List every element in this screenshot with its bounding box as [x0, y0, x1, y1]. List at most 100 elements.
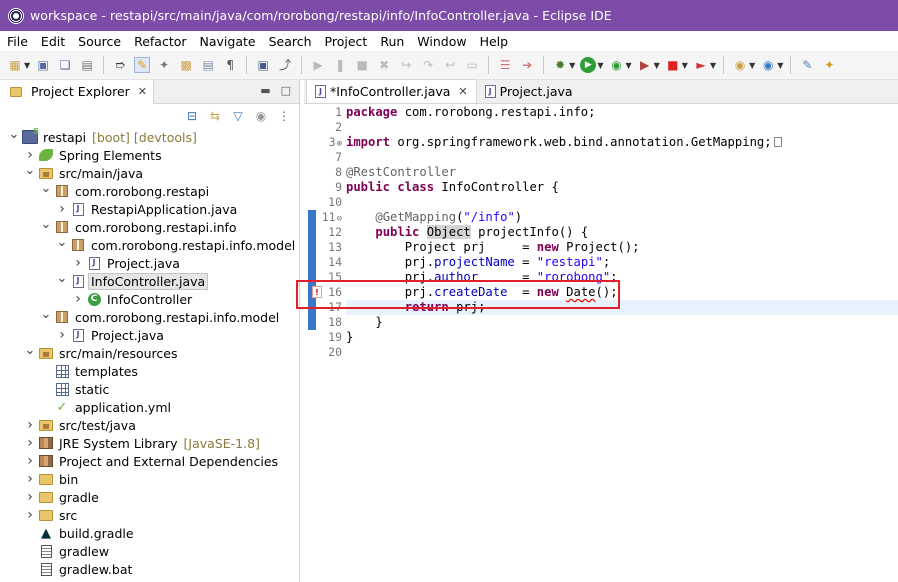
tree-item[interactable]: templates — [0, 362, 299, 380]
terminal-icon[interactable]: ▣ — [255, 57, 271, 73]
chevron-right-icon[interactable]: › — [24, 453, 36, 469]
menu-file[interactable]: File — [0, 34, 34, 49]
tree-item[interactable]: › J Project.java — [0, 254, 299, 272]
highlight-icon[interactable]: ✎ — [134, 57, 151, 73]
menu-refactor[interactable]: Refactor — [127, 34, 192, 49]
menu-help[interactable]: Help — [473, 34, 515, 49]
minimize-icon[interactable]: ▬ — [260, 84, 270, 97]
code-line[interactable]: prj.author = "rorobong"; — [346, 270, 898, 285]
tree-item[interactable]: › J Project.java — [0, 326, 299, 344]
step-into-icon[interactable]: ↪ — [398, 57, 414, 73]
menu-run[interactable]: Run — [373, 34, 410, 49]
menu-search[interactable]: Search — [262, 34, 318, 49]
tab-infocontroller-java[interactable]: J *InfoController.java ✕ — [306, 79, 477, 103]
tree-item[interactable]: ⌄ com.rorobong.restapi.info.model — [0, 307, 299, 326]
chevron-down-icon[interactable]: ▼ — [597, 61, 603, 70]
collapse-all-icon[interactable]: ⊟ — [185, 109, 199, 123]
code-line[interactable] — [346, 195, 898, 210]
tree-item[interactable]: › gradle — [0, 488, 299, 506]
tree-item[interactable]: ⌄ src/main/resources — [0, 343, 299, 362]
chevron-down-icon[interactable]: ▼ — [24, 61, 30, 70]
open-task-icon[interactable]: ✎ — [799, 57, 815, 73]
more-icon[interactable]: ✦ — [821, 57, 837, 73]
paragraph-icon[interactable]: ¶ — [222, 57, 238, 73]
chevron-down-icon[interactable]: ▼ — [749, 61, 755, 70]
code-line[interactable] — [346, 150, 898, 165]
code-line[interactable]: public Object projectInfo() { — [346, 225, 898, 240]
external-tools-icon[interactable]: ▶ — [637, 57, 653, 73]
toggle-icon[interactable]: ✦ — [156, 57, 172, 73]
code-line[interactable]: import org.springframework.web.bind.anno… — [346, 135, 898, 150]
code-line[interactable]: @GetMapping("/info") — [346, 210, 898, 225]
use-step-filters-icon[interactable]: ☰ — [497, 57, 513, 73]
save-icon[interactable]: ▣ — [35, 57, 51, 73]
tree-item[interactable]: › J RestapiApplication.java — [0, 200, 299, 218]
chevron-down-icon[interactable]: ⌄ — [56, 271, 68, 286]
step-over-icon[interactable]: ↷ — [420, 57, 436, 73]
new-java-project-icon[interactable]: ◉ — [732, 57, 748, 73]
chevron-down-icon[interactable]: ▼ — [710, 61, 716, 70]
tree-item[interactable]: gradlew — [0, 542, 299, 560]
coverage-icon[interactable]: ◉ — [608, 57, 624, 73]
chevron-down-icon[interactable]: ⌄ — [24, 163, 36, 178]
tree-item[interactable]: static — [0, 380, 299, 398]
code-line[interactable]: Project prj = new Project(); — [346, 240, 898, 255]
chevron-right-icon[interactable]: › — [24, 507, 36, 523]
chevron-right-icon[interactable]: › — [24, 471, 36, 487]
code-line[interactable]: } — [346, 330, 898, 345]
menu-navigate[interactable]: Navigate — [193, 34, 262, 49]
menu-window[interactable]: Window — [410, 34, 472, 49]
menu-source[interactable]: Source — [71, 34, 127, 49]
debug-icon[interactable]: ✹ — [552, 57, 568, 73]
link-icon[interactable]: ⤴ — [277, 57, 293, 73]
maximize-icon[interactable]: □ — [281, 84, 291, 97]
collapse-fold-icon[interactable]: ⊖ — [337, 214, 342, 224]
chevron-down-icon[interactable]: ▼ — [654, 61, 660, 70]
chevron-right-icon[interactable]: › — [56, 327, 68, 343]
tree-item[interactable]: › JRE System Library [JavaSE-1.8] — [0, 434, 299, 452]
tree-item[interactable]: › src — [0, 506, 299, 524]
new-icon[interactable]: ▦ — [7, 57, 23, 73]
chevron-down-icon[interactable]: ⌄ — [8, 127, 20, 142]
tree-item[interactable]: ⌄ com.rorobong.restapi.info.model — [0, 235, 299, 254]
toggle-breakpoint-icon[interactable]: ➔ — [519, 57, 535, 73]
tree-item[interactable]: ⌄ src/main/java — [0, 163, 299, 182]
chevron-down-icon[interactable]: ⌄ — [56, 235, 68, 250]
open-type-icon[interactable]: ▩ — [178, 57, 194, 73]
code-line[interactable]: prj.createDate = new Date(); — [346, 285, 898, 300]
tree-item[interactable]: gradlew.bat — [0, 560, 299, 578]
task-icon[interactable]: ▤ — [200, 57, 216, 73]
code-line[interactable] — [346, 120, 898, 135]
menu-edit[interactable]: Edit — [34, 34, 71, 49]
code-line[interactable]: @RestController — [346, 165, 898, 180]
code-line[interactable]: prj.projectName = "restapi"; — [346, 255, 898, 270]
tree-item[interactable]: › src/test/java — [0, 416, 299, 434]
code-line[interactable]: package com.rorobong.restapi.info; — [346, 105, 898, 120]
chevron-right-icon[interactable]: › — [24, 489, 36, 505]
chevron-right-icon[interactable]: › — [56, 201, 68, 217]
tree-item[interactable]: ⌄ restapi [boot] [devtools] — [0, 127, 299, 146]
print-icon[interactable]: ▤ — [79, 57, 95, 73]
chevron-right-icon[interactable]: › — [72, 291, 84, 307]
chevron-down-icon[interactable]: ▼ — [625, 61, 631, 70]
chevron-down-icon[interactable]: ⌄ — [24, 343, 36, 358]
tree-item[interactable]: › Project and External Dependencies — [0, 452, 299, 470]
chevron-down-icon[interactable]: ⌄ — [40, 307, 52, 322]
new-class-icon[interactable]: ◉ — [760, 57, 776, 73]
chevron-right-icon[interactable]: › — [24, 417, 36, 433]
run-icon[interactable]: ▶ — [580, 57, 597, 73]
close-icon[interactable]: ✕ — [458, 85, 467, 98]
pin-icon[interactable]: ➱ — [112, 57, 128, 73]
chevron-right-icon[interactable]: › — [24, 147, 36, 163]
expand-fold-icon[interactable]: ⊕ — [337, 139, 342, 149]
view-menu-icon[interactable]: ⋮ — [277, 109, 291, 123]
tree-item[interactable]: › Spring Elements — [0, 146, 299, 164]
suspend-icon[interactable]: ❚ — [332, 57, 348, 73]
code-area[interactable]: package com.rorobong.restapi.info; import… — [346, 105, 898, 360]
chevron-right-icon[interactable]: › — [24, 435, 36, 451]
code-line[interactable]: public class InfoController { — [346, 180, 898, 195]
chevron-down-icon[interactable]: ▼ — [682, 61, 688, 70]
focus-icon[interactable]: ◉ — [254, 109, 268, 123]
launch-icon[interactable]: ► — [693, 57, 709, 73]
tree-item[interactable]: ✓ application.yml — [0, 398, 299, 416]
